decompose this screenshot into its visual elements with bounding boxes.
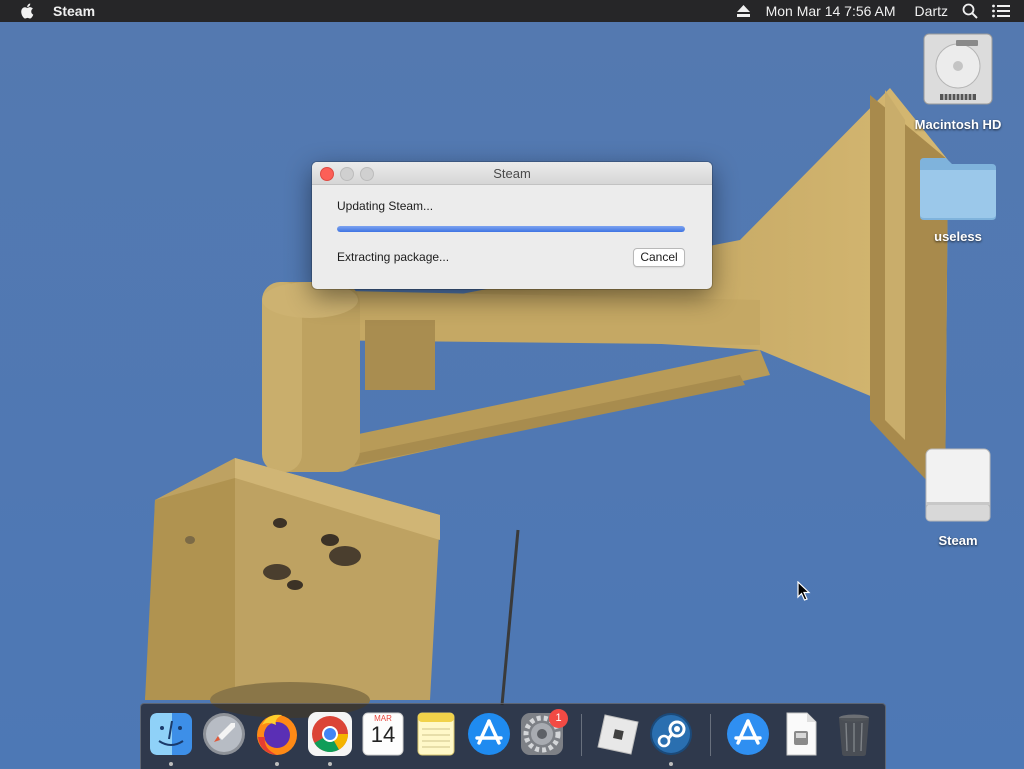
chrome-icon <box>308 712 352 756</box>
trash-icon <box>839 714 869 756</box>
desktop-icon-macintosh-hd[interactable]: Macintosh HD <box>908 32 1008 132</box>
active-app-name[interactable]: Steam <box>53 3 95 19</box>
dock-item-chrome[interactable] <box>307 711 353 757</box>
running-indicator <box>169 762 173 766</box>
dock-separator <box>710 714 711 756</box>
document-icon <box>786 712 817 756</box>
dock-item-calendar[interactable]: MAR 14 <box>360 711 406 757</box>
desktop-icon-label: Steam <box>938 533 978 548</box>
update-progress-bar <box>337 226 685 232</box>
mouse-cursor-icon <box>797 581 811 601</box>
cancel-button[interactable]: Cancel <box>633 248 685 267</box>
steam-icon <box>650 713 692 755</box>
dock: MAR 14 1 <box>140 703 886 769</box>
dock-item-trash[interactable] <box>831 711 877 757</box>
dock-item-finder[interactable] <box>148 711 194 757</box>
dock-item-notes[interactable] <box>413 711 459 757</box>
dock-item-system-preferences[interactable]: 1 <box>519 709 568 757</box>
update-status-text: Updating Steam... <box>337 199 434 213</box>
roblox-icon <box>597 714 639 755</box>
dock-item-launchpad[interactable] <box>201 711 247 757</box>
eject-icon[interactable] <box>736 5 750 17</box>
downloads-folder-icon <box>727 713 769 755</box>
dock-separator <box>581 714 582 756</box>
dialog-title-bar[interactable]: Steam <box>312 162 712 185</box>
calendar-day: 14 <box>370 722 396 747</box>
external-drive-icon <box>925 448 991 522</box>
desktop-icon-label: useless <box>934 229 982 244</box>
running-indicator <box>669 762 673 766</box>
desktop-icon-steam-volume[interactable]: Steam <box>908 446 1008 548</box>
running-indicator <box>275 762 279 766</box>
launchpad-icon <box>203 713 245 755</box>
apple-icon[interactable] <box>19 2 37 20</box>
dock-item-app-store[interactable] <box>466 711 512 757</box>
user-menu[interactable]: Dartz <box>915 3 948 19</box>
dialog-title: Steam <box>493 166 531 181</box>
folder-icon <box>920 158 996 220</box>
notes-icon <box>417 712 455 756</box>
update-progress-fill <box>337 226 685 232</box>
dock-item-steam[interactable] <box>648 711 694 757</box>
finder-icon <box>150 713 192 755</box>
dock-item-firefox[interactable] <box>254 711 300 757</box>
running-indicator <box>328 762 332 766</box>
dock-item-downloads[interactable] <box>725 711 771 757</box>
steam-update-dialog: Steam Updating Steam... Extracting packa… <box>312 162 712 289</box>
notification-badge: 1 <box>549 709 568 728</box>
update-detail-text: Extracting package... <box>337 250 450 264</box>
menu-bar: Steam Mon Mar 14 7:56 AM Dartz <box>0 0 1024 22</box>
firefox-icon <box>257 714 297 755</box>
list-icon[interactable] <box>992 4 1010 18</box>
hard-drive-icon <box>923 33 993 105</box>
search-icon[interactable] <box>962 3 978 19</box>
dock-item-document[interactable] <box>778 711 824 757</box>
desktop-wallpaper <box>0 0 1024 768</box>
desktop-icon-label: Macintosh HD <box>914 117 1002 132</box>
desktop-icon-useless-folder[interactable]: useless <box>908 154 1008 244</box>
menu-bar-clock[interactable]: Mon Mar 14 7:56 AM <box>766 3 896 19</box>
dock-item-roblox[interactable] <box>595 711 641 757</box>
app-store-icon <box>468 713 510 755</box>
